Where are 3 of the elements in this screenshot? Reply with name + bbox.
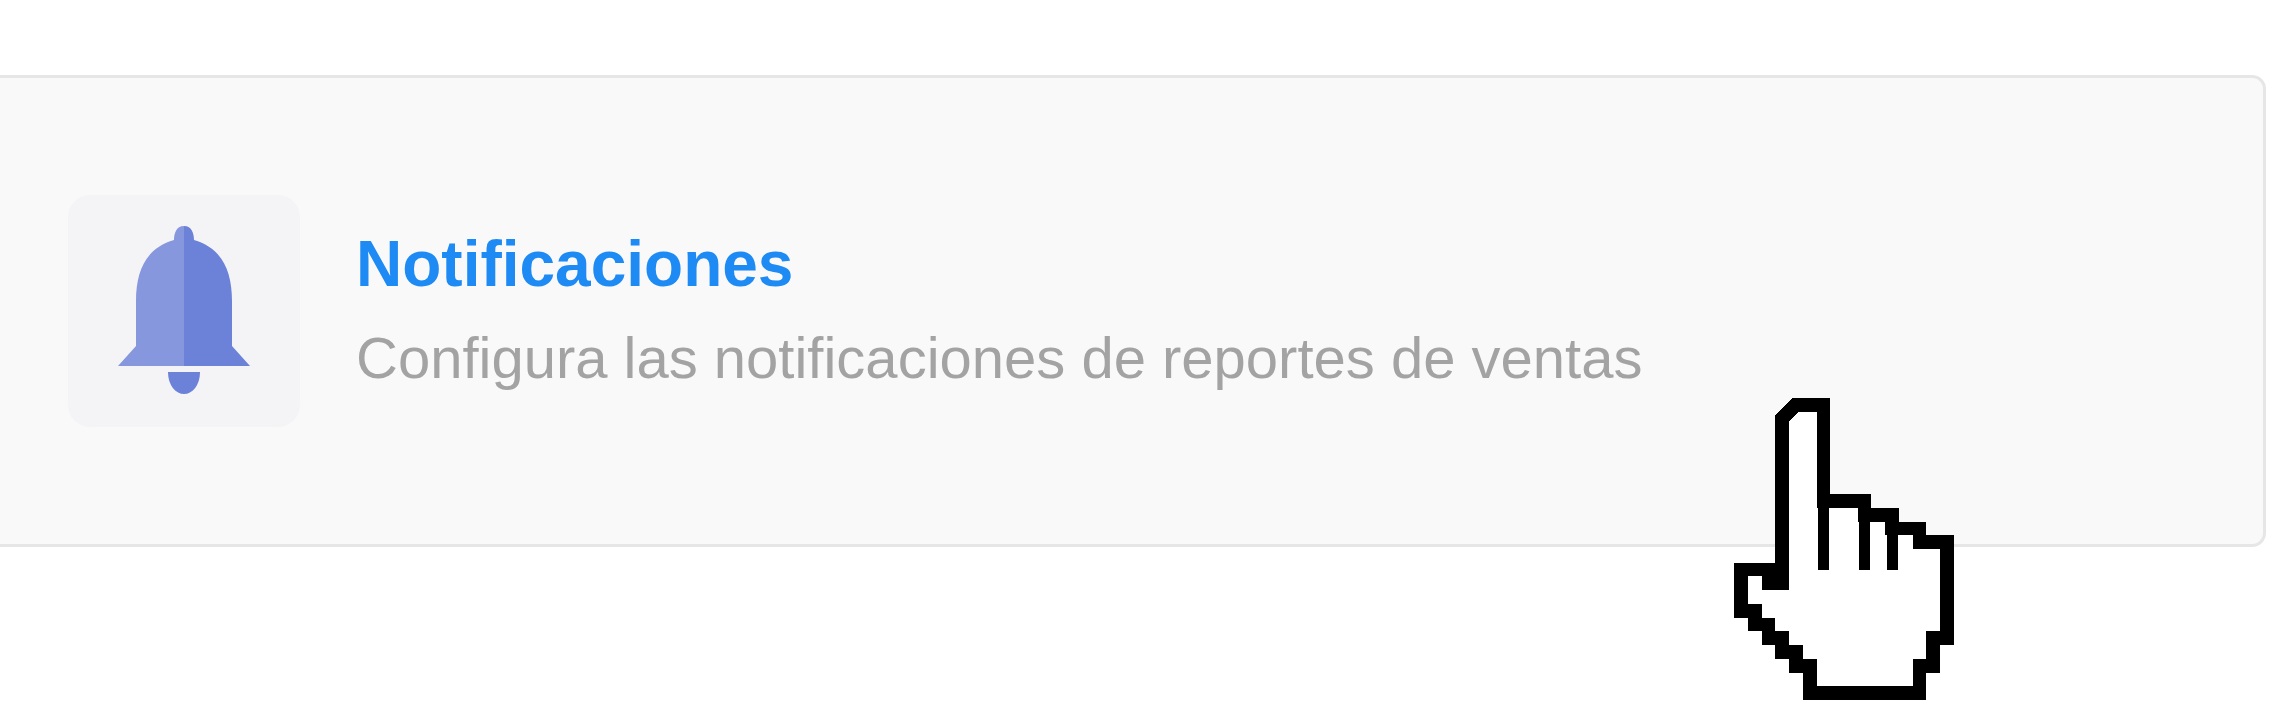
bell-icon [116, 226, 252, 396]
card-title: Notificaciones [356, 229, 795, 300]
card-description: Configura las notificaciones de reportes de ventas [356, 324, 1643, 393]
